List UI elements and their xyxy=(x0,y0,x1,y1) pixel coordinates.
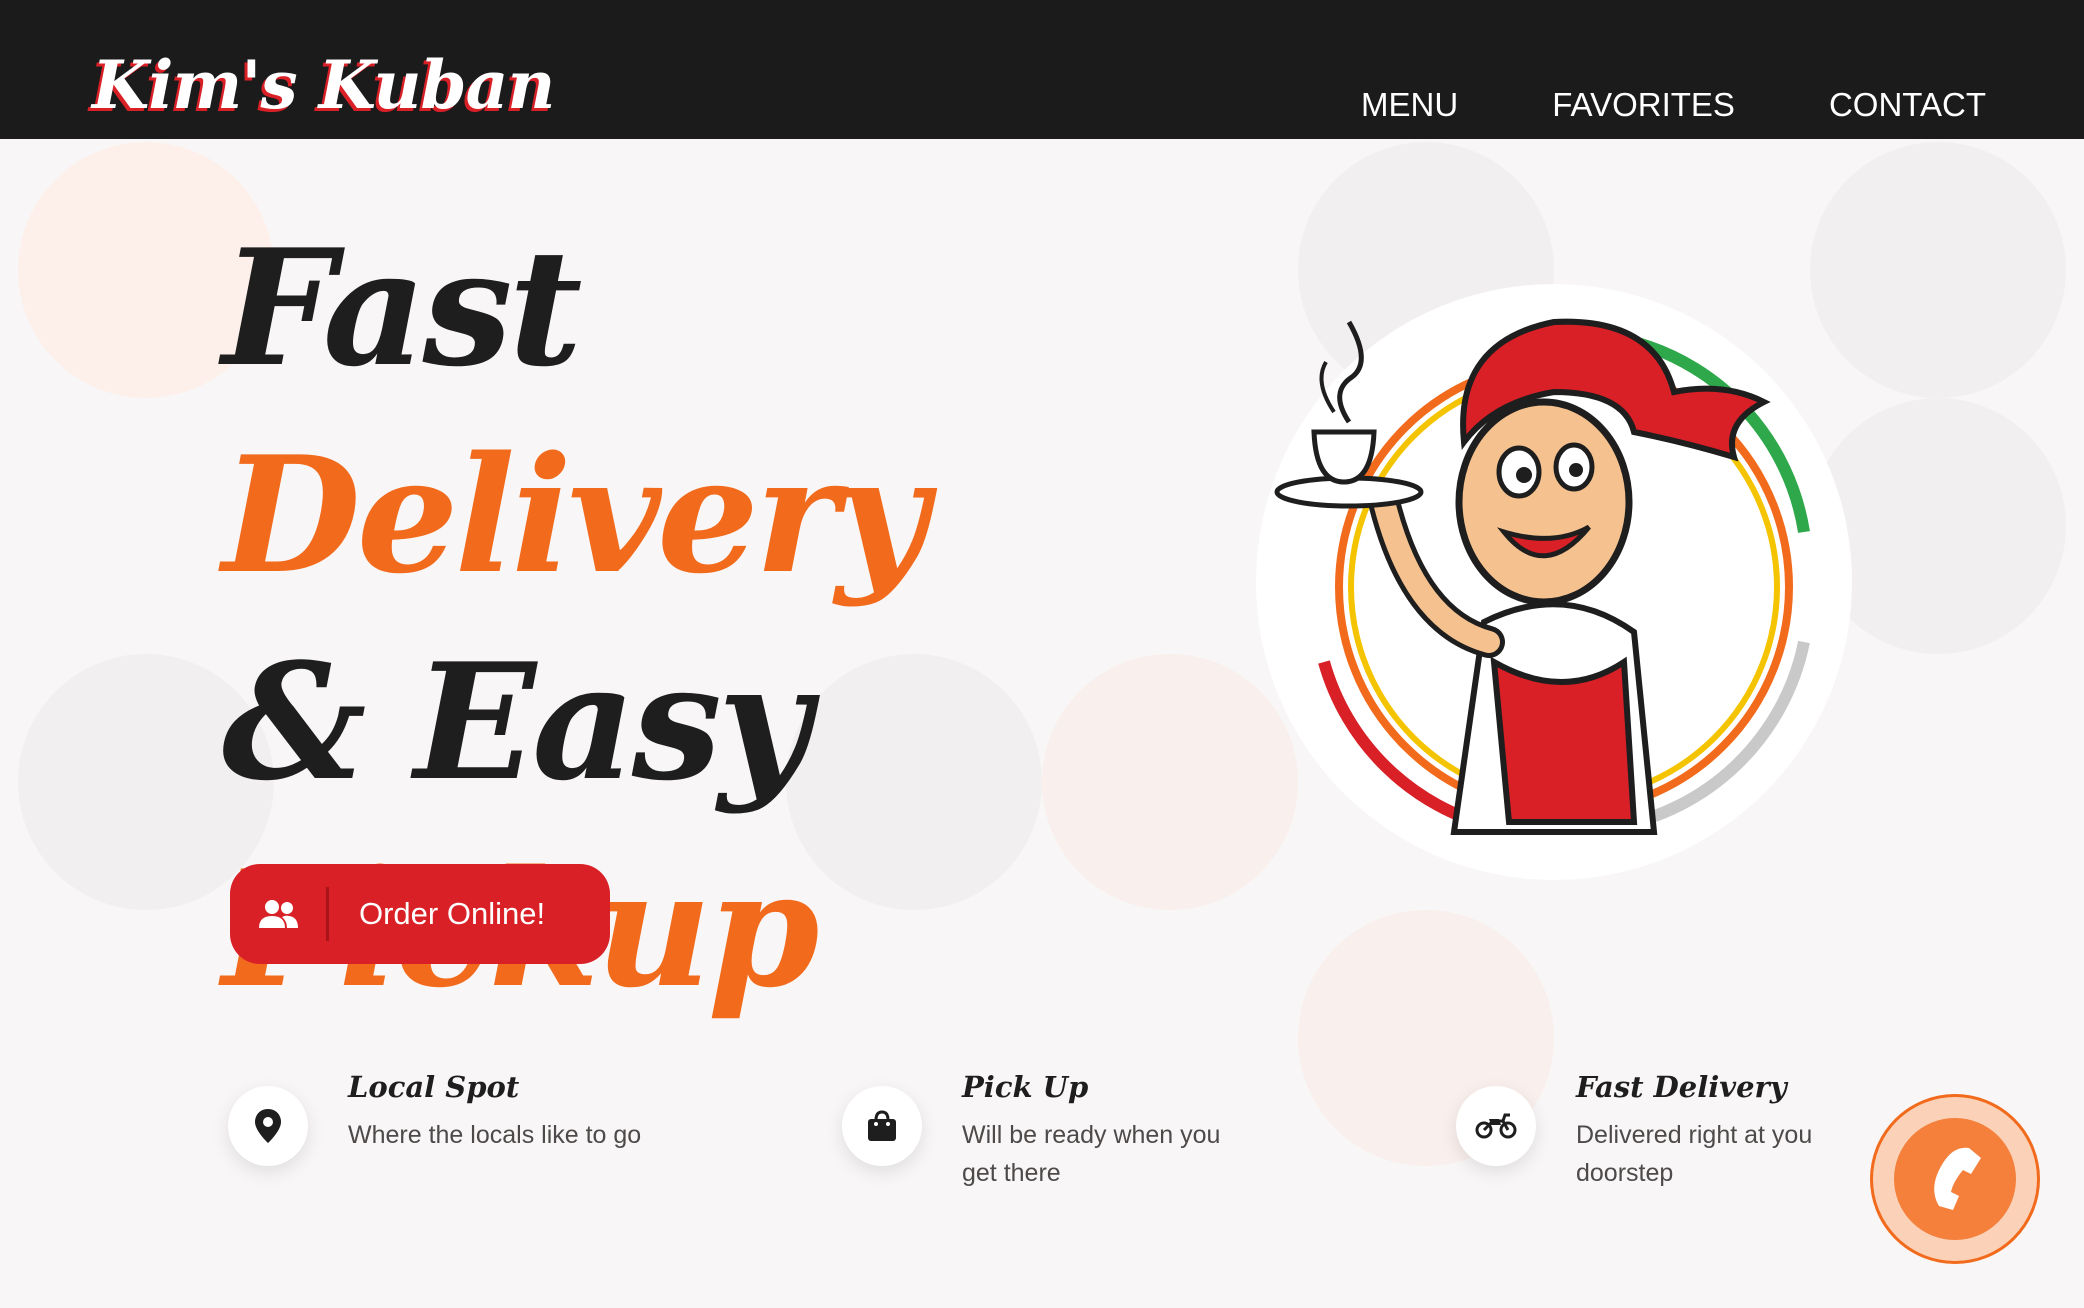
call-button[interactable] xyxy=(1870,1094,2040,1264)
motorcycle-icon xyxy=(1456,1086,1536,1166)
map-pin-icon xyxy=(228,1086,308,1166)
top-navigation-bar: Kim's Kuban MENU FAVORITES CONTACT xyxy=(0,0,2084,139)
users-icon xyxy=(230,864,326,964)
phone-icon xyxy=(1894,1118,2016,1240)
feature-text: Will be ready when you get there xyxy=(962,1121,1221,1187)
nav-menu-link[interactable]: MENU xyxy=(1361,86,1458,124)
nav-contact-link[interactable]: CONTACT xyxy=(1829,86,1986,124)
shopping-bag-icon xyxy=(842,1086,922,1166)
brand-logo[interactable]: Kim's Kuban xyxy=(92,46,555,124)
feature-text: Where the locals like to go xyxy=(348,1121,642,1149)
order-online-button[interactable]: Order Online! xyxy=(230,864,610,964)
hero-word-fast: Fast xyxy=(222,214,582,402)
feature-title: Pick Up xyxy=(962,1070,1089,1104)
main-nav: MENU FAVORITES CONTACT xyxy=(1361,86,1986,124)
feature-local-spot: Local Spot Where the locals like to go xyxy=(228,1070,658,1210)
mascot-illustration xyxy=(1254,282,1854,882)
hero-word-delivery: Delivery xyxy=(222,421,928,609)
feature-title: Local Spot xyxy=(348,1070,520,1104)
nav-favorites-link[interactable]: FAVORITES xyxy=(1552,86,1735,124)
hero-line-easy: & Easy xyxy=(222,628,811,816)
feature-title: Fast Delivery xyxy=(1576,1070,1787,1104)
button-divider xyxy=(326,887,329,941)
order-online-label: Order Online! xyxy=(359,896,546,931)
feature-text: Delivered right at you doorstep xyxy=(1576,1121,1813,1187)
feature-pick-up: Pick Up Will be ready when you get there xyxy=(842,1070,1272,1210)
feature-fast-delivery: Fast Delivery Delivered right at you doo… xyxy=(1456,1070,1886,1210)
